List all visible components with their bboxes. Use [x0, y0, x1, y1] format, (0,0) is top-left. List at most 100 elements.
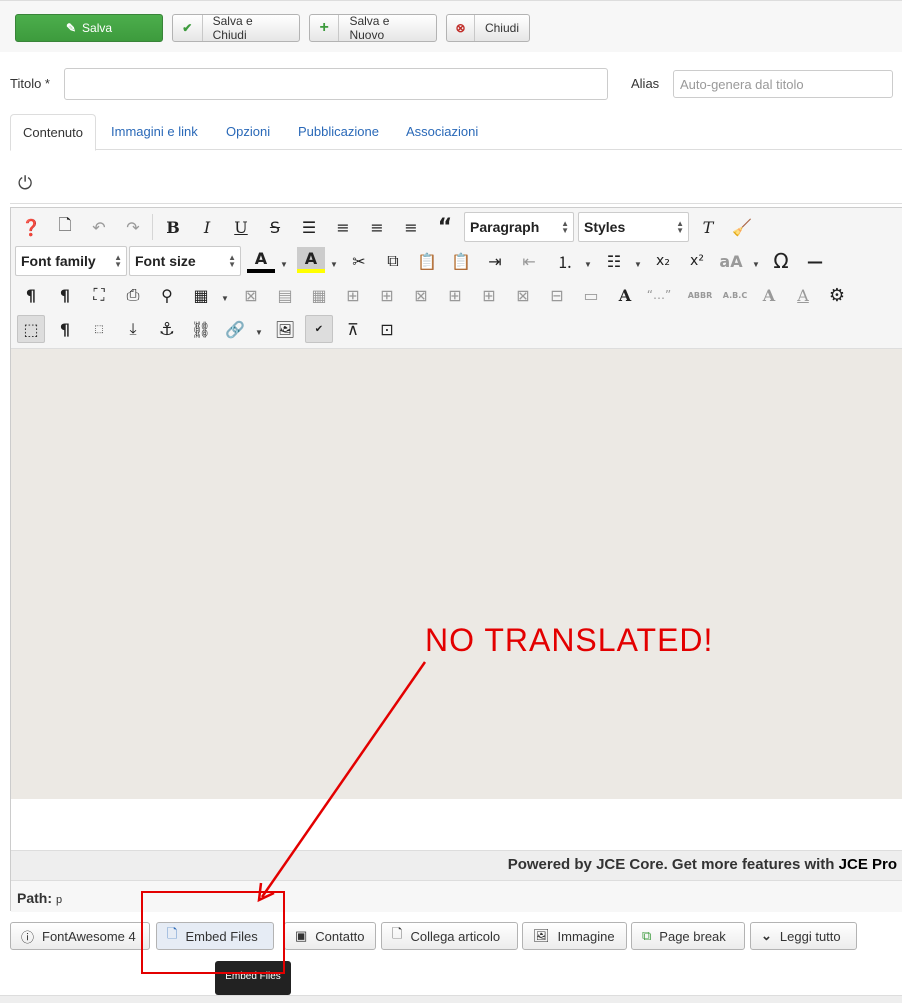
row-after-icon[interactable]: ⊞ [373, 281, 401, 309]
read-more-icon[interactable]: ⊡ [373, 315, 401, 343]
image-icon[interactable]: 🖼 [271, 315, 299, 343]
horizontal-rule-icon[interactable]: — [801, 247, 829, 275]
select-arrows-icon: ▲ ▼ [114, 253, 122, 269]
row-before-icon[interactable]: ⊞ [339, 281, 367, 309]
align-center-icon[interactable]: ≡ [329, 213, 357, 241]
col-after-icon[interactable]: ⊞ [475, 281, 503, 309]
anchor-icon[interactable]: ⚓ [153, 315, 181, 343]
chevron-down-icon[interactable]: ▼ [752, 260, 760, 269]
delete-col-icon[interactable]: ⊠ [509, 281, 537, 309]
table-icon[interactable]: ▦ [187, 281, 215, 309]
font-size-select[interactable]: Font size ▲ ▼ [129, 246, 241, 276]
table-row-props-icon[interactable]: ▤ [271, 281, 299, 309]
bold-icon[interactable]: B [159, 213, 187, 241]
align-right-icon[interactable]: ≡ [397, 213, 425, 241]
col-before-icon[interactable]: ⊞ [441, 281, 469, 309]
alias-input[interactable] [673, 70, 893, 98]
font-family-select[interactable]: Font family ▲ ▼ [15, 246, 127, 276]
help-icon[interactable]: ❓ [17, 213, 45, 241]
jce-pro-link[interactable]: JCE Pro [839, 856, 897, 873]
subscript-icon[interactable]: x₂ [649, 247, 677, 275]
fullscreen-icon[interactable]: ⛶ [85, 281, 113, 309]
save-close-button[interactable]: ✔ Salva e Chiudi [172, 14, 300, 42]
styles-select[interactable]: Styles ▲ ▼ [578, 212, 689, 242]
superscript-icon[interactable]: x² [683, 247, 711, 275]
bullet-list-icon[interactable]: ☷ [600, 247, 628, 275]
outdent-icon[interactable]: ⇤ [515, 247, 543, 275]
title-input[interactable] [64, 68, 608, 100]
unlink-icon[interactable]: ⛓ [187, 315, 215, 343]
italic-icon[interactable]: I [193, 213, 221, 241]
cleanup-brush-icon[interactable]: 🧹 [728, 213, 756, 241]
chevron-down-icon[interactable]: ▼ [634, 260, 642, 269]
blockquote-icon[interactable]: “ [431, 213, 459, 241]
page-break-button[interactable]: ⧉ Page break [631, 922, 745, 950]
insert-after-icon[interactable]: ⤓ [119, 315, 147, 343]
tab-associazioni[interactable]: Associazioni [394, 114, 490, 150]
format-select[interactable]: Paragraph ▲ ▼ [464, 212, 574, 242]
redo-icon[interactable]: ↷ [119, 213, 147, 241]
save-new-button[interactable]: + Salva e Nuovo [309, 14, 437, 42]
special-characters-icon[interactable]: Ω [767, 247, 795, 275]
rtl-icon[interactable]: ¶ [51, 281, 79, 309]
deletion-icon[interactable]: A [755, 281, 783, 309]
tab-immagini-link[interactable]: Immagini e link [99, 114, 210, 150]
collega-articolo-button[interactable]: 🗋 Collega articolo [381, 922, 518, 950]
show-blocks-icon[interactable]: ¶ [51, 315, 79, 343]
underline-icon[interactable]: U [227, 213, 255, 241]
highlight-color-icon[interactable]: A [297, 247, 325, 273]
paste-text-icon[interactable]: 📋 [447, 247, 475, 275]
contatto-button[interactable]: ▣ Contatto [284, 922, 376, 950]
save-button[interactable]: ✎ Salva [15, 14, 163, 42]
search-icon[interactable]: ⚲ [153, 281, 181, 309]
tab-opzioni[interactable]: Opzioni [214, 114, 282, 150]
font-style-icon[interactable]: A [611, 281, 639, 309]
close-button[interactable]: ⊗ Chiudi [446, 14, 530, 42]
copy-icon[interactable]: ⧉ [379, 247, 407, 275]
font-color-icon[interactable]: A [247, 247, 275, 273]
new-document-icon[interactable]: 🗋 [51, 213, 79, 241]
gear-icon[interactable]: ⚙ [823, 281, 851, 309]
ltr-icon[interactable]: ¶ [17, 281, 45, 309]
visual-aid-icon[interactable]: ⬚ [17, 315, 45, 343]
justify-full-icon[interactable]: ☰ [295, 213, 323, 241]
path-element[interactable]: p [56, 894, 62, 906]
remove-format-icon[interactable]: T [694, 213, 722, 241]
chevron-down-icon[interactable]: ▼ [280, 260, 288, 269]
indent-icon[interactable]: ⇥ [481, 247, 509, 275]
print-icon[interactable]: ⎙ [119, 281, 147, 309]
fontawesome-button[interactable]: ⓘ FontAwesome 4 [10, 922, 150, 950]
page-break-icon[interactable]: ⊼ [339, 315, 367, 343]
table-delete-icon[interactable]: ⊠ [237, 281, 265, 309]
tab-contenuto[interactable]: Contenuto [10, 114, 96, 151]
editor-content-area[interactable] [11, 349, 902, 799]
case-change-icon[interactable]: aA [717, 247, 745, 275]
chevron-down-icon[interactable]: ▼ [255, 328, 263, 337]
paste-icon[interactable]: 📋 [413, 247, 441, 275]
acronym-icon[interactable]: A.B.C [721, 281, 749, 309]
tab-pubblicazione[interactable]: Pubblicazione [286, 114, 391, 150]
chevron-down-icon: ⌄ [761, 928, 772, 943]
chevron-down-icon[interactable]: ▼ [330, 260, 338, 269]
align-left-icon[interactable]: ≡ [363, 213, 391, 241]
undo-icon[interactable]: ↶ [85, 213, 113, 241]
cut-icon[interactable]: ✂ [345, 247, 373, 275]
tab-bar: Contenuto Immagini e link Opzioni Pubbli… [10, 114, 902, 151]
insertion-icon[interactable]: A [789, 281, 817, 309]
delete-row-icon[interactable]: ⊠ [407, 281, 435, 309]
strikethrough-icon[interactable]: S [261, 213, 289, 241]
chevron-down-icon[interactable]: ▼ [584, 260, 592, 269]
immagine-button[interactable]: 🖼 Immagine [522, 922, 627, 950]
visual-blocks-icon[interactable]: ⬚ [85, 315, 113, 343]
quote-icon[interactable]: “…” [645, 281, 673, 309]
table-cell-props-icon[interactable]: ▦ [305, 281, 333, 309]
leggi-tutto-button[interactable]: ⌄ Leggi tutto [750, 922, 857, 950]
split-cells-icon[interactable]: ⊟ [543, 281, 571, 309]
chevron-down-icon[interactable]: ▼ [221, 294, 229, 303]
numbered-list-icon[interactable]: ⒈ [551, 247, 579, 275]
editor-toggle-power-icon[interactable]: ⏻ [18, 173, 32, 194]
abbreviation-icon[interactable]: ABBR [686, 281, 714, 309]
link-icon[interactable]: 🔗 [221, 315, 249, 343]
spellcheck-icon[interactable]: ✔ [305, 315, 333, 343]
merge-cells-icon[interactable]: ▭ [577, 281, 605, 309]
